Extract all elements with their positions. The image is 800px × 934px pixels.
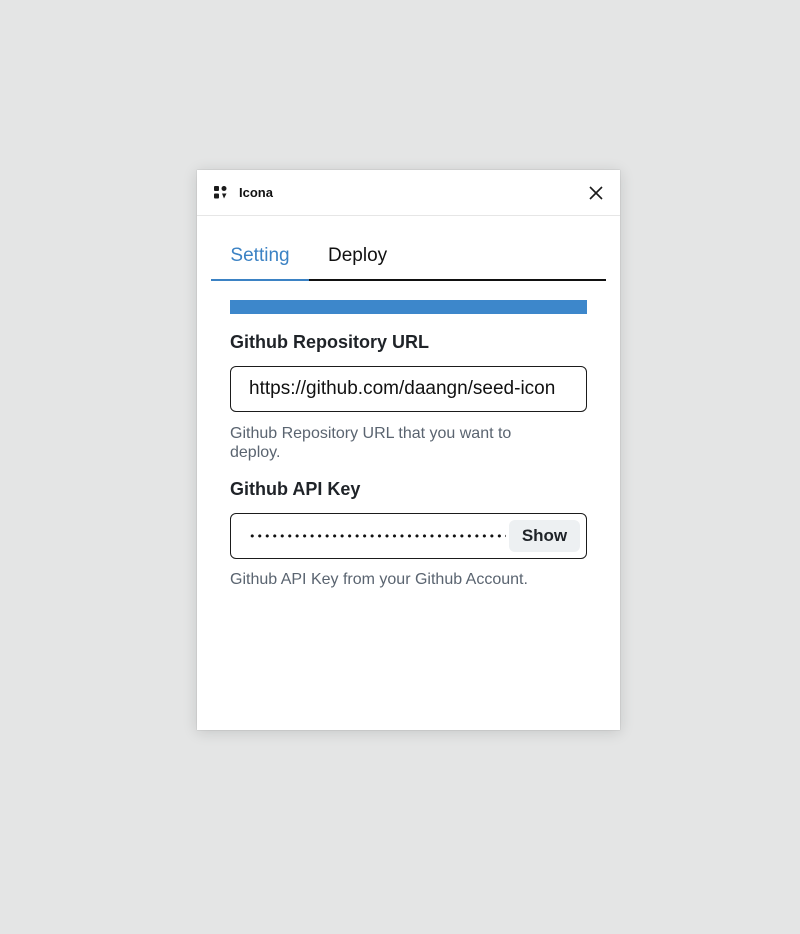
title-bar: Icona xyxy=(197,170,620,216)
tab-setting[interactable]: Setting xyxy=(211,240,309,280)
repo-url-label: Github Repository URL xyxy=(230,332,429,352)
app-title: Icona xyxy=(239,185,273,200)
progress-bar xyxy=(230,300,587,314)
close-icon[interactable] xyxy=(587,184,605,202)
tab-divider xyxy=(309,279,606,281)
tab-deploy-label: Deploy xyxy=(328,245,388,266)
active-tab-indicator xyxy=(211,279,309,281)
tab-bar: Setting Deploy xyxy=(211,240,606,282)
show-key-button[interactable]: Show xyxy=(509,520,580,552)
app-grid-icon xyxy=(214,186,227,199)
progress-fill xyxy=(230,300,587,314)
repo-url-input[interactable] xyxy=(231,367,586,411)
api-key-field: Show xyxy=(230,513,587,559)
plugin-window: Icona Setting Deploy Github Repository U… xyxy=(197,170,620,730)
tab-deploy[interactable]: Deploy xyxy=(309,240,606,280)
tab-setting-label: Setting xyxy=(230,245,290,266)
repo-url-helper: Github Repository URL that you want to d… xyxy=(230,425,512,461)
api-key-label: Github API Key xyxy=(230,479,361,499)
repo-url-field xyxy=(230,366,587,412)
api-key-helper: Github API Key from your Github Account. xyxy=(230,571,528,588)
api-key-input[interactable] xyxy=(231,514,506,558)
